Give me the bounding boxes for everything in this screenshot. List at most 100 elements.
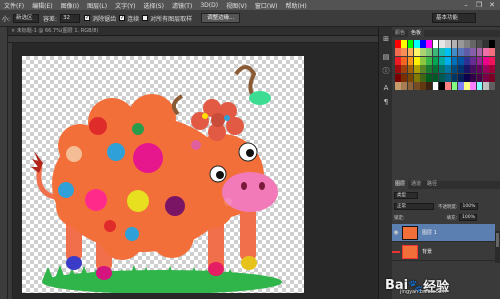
color-swatch[interactable] [457, 73, 464, 82]
refine-edge-button[interactable]: 调整边缘... [201, 13, 241, 23]
color-swatch[interactable] [482, 65, 489, 74]
close-icon[interactable]: ✕ [486, 0, 498, 10]
color-swatch[interactable] [420, 40, 426, 48]
contiguous-checkbox[interactable]: ✓ [119, 15, 126, 21]
character-icon[interactable]: A [382, 84, 390, 92]
color-swatch[interactable] [432, 65, 439, 74]
blend-mode-select[interactable]: 正常 [394, 203, 434, 210]
color-swatch[interactable] [464, 65, 470, 74]
color-swatch[interactable] [426, 40, 433, 48]
color-swatch[interactable] [489, 40, 495, 48]
color-swatch[interactable] [420, 56, 426, 65]
color-swatch[interactable] [420, 48, 426, 57]
color-swatch[interactable] [451, 48, 458, 57]
color-swatch[interactable] [426, 73, 433, 82]
color-swatch[interactable] [401, 40, 408, 48]
color-swatch[interactable] [413, 56, 420, 65]
color-swatch[interactable] [470, 56, 477, 65]
color-swatch[interactable] [445, 65, 452, 74]
color-swatch[interactable] [401, 56, 408, 65]
color-swatch[interactable] [401, 65, 408, 74]
color-swatch[interactable] [470, 65, 477, 74]
color-swatch[interactable] [395, 65, 401, 74]
color-swatch[interactable] [482, 48, 489, 57]
color-swatch[interactable] [464, 73, 470, 82]
menu-window[interactable]: 窗口(W) [251, 1, 282, 10]
color-swatch[interactable] [457, 56, 464, 65]
color-swatch[interactable] [445, 40, 452, 48]
layer-row-1[interactable]: ◉ 图层 1 [392, 224, 495, 242]
color-swatch[interactable] [482, 82, 489, 90]
color-swatch[interactable] [426, 82, 433, 90]
tab-color[interactable]: 颜色 [392, 30, 408, 37]
color-swatch[interactable] [476, 40, 483, 48]
color-swatch[interactable] [470, 82, 477, 90]
color-swatch[interactable] [407, 56, 414, 65]
color-swatch[interactable] [395, 73, 401, 82]
antialias-checkbox[interactable]: ✓ [84, 15, 91, 21]
menu-select[interactable]: 选择(S) [139, 1, 168, 10]
color-swatch[interactable] [451, 65, 458, 74]
color-swatch[interactable] [395, 56, 401, 65]
fill-input[interactable]: 100% [459, 214, 478, 221]
color-swatch[interactable] [426, 65, 433, 74]
opacity-input[interactable]: 100% [459, 203, 478, 210]
color-swatch[interactable] [445, 48, 452, 57]
workspace-select[interactable]: 基本功能 [432, 13, 476, 23]
color-swatch[interactable] [445, 82, 452, 90]
visibility-eye-icon[interactable]: ◉ [392, 229, 400, 236]
color-swatch[interactable] [420, 65, 426, 74]
color-swatch[interactable] [470, 40, 477, 48]
color-swatch[interactable] [432, 82, 439, 90]
color-swatch[interactable] [426, 48, 433, 57]
sample-all-checkbox[interactable] [142, 15, 149, 21]
color-swatch[interactable] [413, 40, 420, 48]
visibility-eye-icon[interactable] [392, 250, 400, 253]
kind-filter-select[interactable]: 类型 [394, 192, 418, 199]
color-swatch[interactable] [420, 73, 426, 82]
scroll-thumb[interactable] [496, 233, 499, 247]
color-swatch[interactable] [407, 73, 414, 82]
color-swatch[interactable] [464, 56, 470, 65]
color-swatch[interactable] [413, 73, 420, 82]
color-swatch[interactable] [401, 48, 408, 57]
document-tab[interactable]: × 未标题-1 @ 66.7%(图层 1, RGB/8) [8, 27, 378, 36]
canvas-area[interactable] [13, 43, 378, 299]
color-swatch[interactable] [420, 82, 426, 90]
color-swatch[interactable] [457, 40, 464, 48]
color-swatch[interactable] [401, 73, 408, 82]
color-swatch[interactable] [395, 48, 401, 57]
color-swatch[interactable] [395, 82, 401, 90]
color-swatch[interactable] [451, 73, 458, 82]
color-swatch[interactable] [438, 56, 445, 65]
menu-3d[interactable]: 3D(D) [196, 2, 222, 9]
paragraph-icon[interactable]: ¶ [382, 98, 390, 106]
tab-paths[interactable]: 路径 [424, 181, 440, 189]
color-swatch[interactable] [451, 82, 458, 90]
color-swatch[interactable] [489, 48, 495, 57]
color-swatch[interactable] [489, 56, 495, 65]
color-swatch[interactable] [407, 40, 414, 48]
info-icon[interactable]: ⓘ [382, 67, 390, 75]
color-swatch[interactable] [407, 48, 414, 57]
color-swatch[interactable] [489, 82, 495, 90]
color-swatch[interactable] [407, 65, 414, 74]
color-swatch[interactable] [482, 40, 489, 48]
minimize-icon[interactable]: – [460, 0, 472, 10]
properties-icon[interactable]: ▤ [382, 53, 390, 61]
color-swatch[interactable] [401, 82, 408, 90]
color-swatch[interactable] [476, 56, 483, 65]
color-swatch[interactable] [438, 65, 445, 74]
color-swatch[interactable] [470, 73, 477, 82]
layer-name[interactable]: 背景 [422, 248, 432, 255]
color-swatch[interactable] [413, 48, 420, 57]
color-swatch[interactable] [451, 40, 458, 48]
color-swatch[interactable] [407, 82, 414, 90]
color-swatch[interactable] [476, 82, 483, 90]
canvas[interactable] [22, 56, 304, 294]
color-swatch[interactable] [445, 56, 452, 65]
menu-image[interactable]: 图像(I) [57, 1, 83, 10]
color-swatch[interactable] [482, 56, 489, 65]
tolerance-input[interactable]: 32 [60, 13, 81, 23]
color-swatch[interactable] [432, 73, 439, 82]
